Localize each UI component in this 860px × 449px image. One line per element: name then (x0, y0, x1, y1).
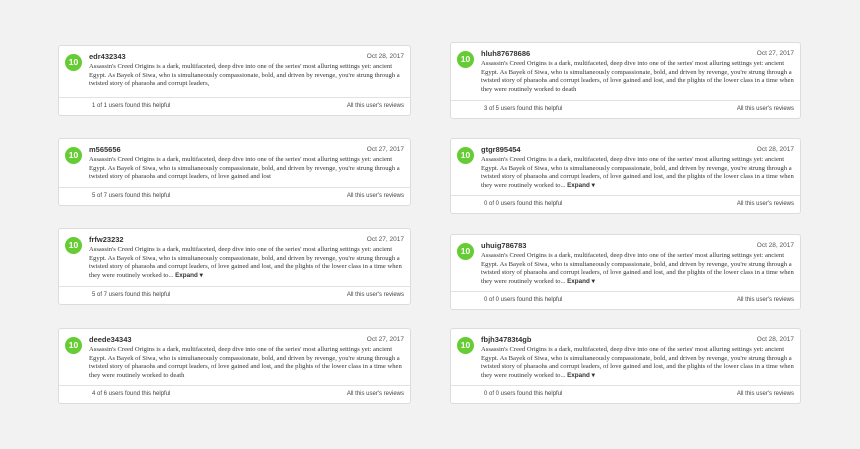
review-date: Oct 28, 2017 (756, 336, 794, 343)
review-footer: 3 of 5 users found this helpful All this… (451, 100, 800, 118)
all-user-reviews-link[interactable]: All this user's reviews (347, 292, 404, 298)
score-badge: 10 (457, 147, 474, 164)
helpful-count: 3 of 5 users found this helpful (484, 106, 563, 112)
review-text: Assassin's Creed Origins is a dark, mult… (481, 252, 794, 287)
helpful-count: 5 of 7 users found this helpful (92, 193, 171, 199)
review-footer: 1 of 1 users found this helpful All this… (59, 97, 410, 115)
review-date: Oct 28, 2017 (756, 146, 794, 153)
review-card: 10 hluh87678686 Oct 27, 2017 Assassin's … (450, 42, 801, 119)
all-user-reviews-link[interactable]: All this user's reviews (347, 193, 404, 199)
helpful-count: 0 of 0 users found this helpful (484, 391, 563, 397)
username[interactable]: gtgr895454 (481, 145, 521, 154)
score-badge: 10 (65, 54, 82, 71)
review-date: Oct 27, 2017 (756, 50, 794, 57)
username[interactable]: frfw23232 (89, 235, 124, 244)
review-text: Assassin's Creed Origins is a dark, mult… (481, 60, 794, 95)
username[interactable]: edr432343 (89, 52, 126, 61)
review-card: 10 deede34343 Oct 27, 2017 Assassin's Cr… (58, 328, 411, 404)
score-badge: 10 (65, 337, 82, 354)
review-card: 10 m565656 Oct 27, 2017 Assassin's Creed… (58, 138, 411, 206)
review-card: 10 edr432343 Oct 28, 2017 Assassin's Cre… (58, 45, 411, 116)
helpful-count: 1 of 1 users found this helpful (92, 103, 171, 109)
review-text: Assassin's Creed Origins is a dark, mult… (481, 156, 794, 191)
review-card: 10 gtgr895454 Oct 28, 2017 Assassin's Cr… (450, 138, 801, 214)
username[interactable]: fbjh34783t4gb (481, 335, 531, 344)
review-body: Assassin's Creed Origins is a dark, mult… (481, 60, 794, 94)
review-body: Assassin's Creed Origins is a dark, mult… (89, 63, 400, 88)
review-footer: 4 of 6 users found this helpful All this… (59, 385, 410, 403)
review-text: Assassin's Creed Origins is a dark, mult… (89, 156, 404, 182)
helpful-count: 0 of 0 users found this helpful (484, 201, 563, 207)
helpful-count: 5 of 7 users found this helpful (92, 292, 171, 298)
review-date: Oct 28, 2017 (366, 53, 404, 60)
review-date: Oct 27, 2017 (366, 146, 404, 153)
review-list: 10 edr432343 Oct 28, 2017 Assassin's Cre… (0, 0, 860, 449)
review-text: Assassin's Creed Origins is a dark, mult… (89, 246, 404, 281)
username[interactable]: deede34343 (89, 335, 132, 344)
expand-button[interactable]: Expand ▾ (567, 372, 595, 379)
all-user-reviews-link[interactable]: All this user's reviews (347, 391, 404, 397)
score-badge: 10 (457, 51, 474, 68)
review-body: Assassin's Creed Origins is a dark, mult… (89, 346, 402, 380)
review-date: Oct 27, 2017 (366, 336, 404, 343)
all-user-reviews-link[interactable]: All this user's reviews (737, 106, 794, 112)
expand-button[interactable]: Expand ▾ (567, 182, 595, 189)
review-text: Assassin's Creed Origins is a dark, mult… (89, 63, 404, 89)
review-date: Oct 27, 2017 (366, 236, 404, 243)
score-badge: 10 (457, 243, 474, 260)
review-text: Assassin's Creed Origins is a dark, mult… (89, 346, 404, 381)
username[interactable]: uhuig786783 (481, 241, 526, 250)
username[interactable]: m565656 (89, 145, 121, 154)
review-body: Assassin's Creed Origins is a dark, mult… (89, 156, 400, 181)
score-badge: 10 (457, 337, 474, 354)
review-footer: 0 of 0 users found this helpful All this… (451, 195, 800, 213)
review-body: Assassin's Creed Origins is a dark, mult… (89, 246, 402, 280)
score-badge: 10 (65, 147, 82, 164)
expand-button[interactable]: Expand ▾ (567, 278, 595, 285)
username[interactable]: hluh87678686 (481, 49, 530, 58)
all-user-reviews-link[interactable]: All this user's reviews (347, 103, 404, 109)
all-user-reviews-link[interactable]: All this user's reviews (737, 297, 794, 303)
helpful-count: 0 of 0 users found this helpful (484, 297, 563, 303)
review-card: 10 frfw23232 Oct 27, 2017 Assassin's Cre… (58, 228, 411, 305)
review-footer: 5 of 7 users found this helpful All this… (59, 187, 410, 205)
review-card: 10 fbjh34783t4gb Oct 28, 2017 Assassin's… (450, 328, 801, 404)
score-badge: 10 (65, 237, 82, 254)
helpful-count: 4 of 6 users found this helpful (92, 391, 171, 397)
expand-button[interactable]: Expand ▾ (175, 272, 203, 279)
all-user-reviews-link[interactable]: All this user's reviews (737, 201, 794, 207)
review-body: Assassin's Creed Origins is a dark, mult… (481, 156, 794, 190)
all-user-reviews-link[interactable]: All this user's reviews (737, 391, 794, 397)
review-date: Oct 28, 2017 (756, 242, 794, 249)
review-body: Assassin's Creed Origins is a dark, mult… (481, 346, 794, 380)
review-footer: 5 of 7 users found this helpful All this… (59, 286, 410, 304)
review-text: Assassin's Creed Origins is a dark, mult… (481, 346, 794, 381)
review-footer: 0 of 0 users found this helpful All this… (451, 291, 800, 309)
review-card: 10 uhuig786783 Oct 28, 2017 Assassin's C… (450, 234, 801, 310)
review-body: Assassin's Creed Origins is a dark, mult… (481, 252, 794, 286)
review-footer: 0 of 0 users found this helpful All this… (451, 385, 800, 403)
